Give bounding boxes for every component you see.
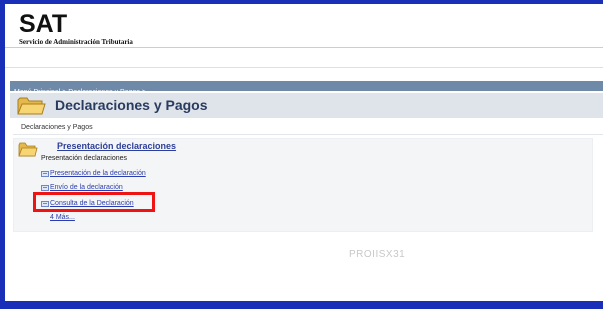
header-divider	[5, 47, 603, 48]
section-folder	[18, 142, 38, 163]
link-presentacion[interactable]: Presentación de la declaración	[41, 170, 146, 177]
page-subtitle: Declaraciones y Pagos	[13, 121, 603, 135]
page-code: PROIISX31	[349, 249, 406, 260]
folder-icon	[18, 142, 38, 157]
link-label[interactable]: Envío de la declaración	[50, 184, 123, 191]
page-title: Declaraciones y Pagos	[55, 97, 208, 113]
document-icon	[41, 170, 49, 177]
folder-icon	[17, 97, 46, 115]
more-link[interactable]: 4 Más...	[50, 214, 75, 221]
link-envio[interactable]: Envío de la declaración	[41, 184, 123, 191]
link-label[interactable]: Presentación de la declaración	[50, 170, 146, 177]
logo-subtitle: Servicio de Administración Tributaria	[19, 38, 133, 46]
highlight-box	[33, 192, 155, 212]
sat-logo: SAT Servicio de Administración Tributari…	[19, 10, 133, 47]
document-icon	[41, 184, 49, 191]
page-title-bar: Declaraciones y Pagos	[10, 93, 603, 118]
header-divider-secondary	[5, 67, 603, 68]
logo-text: SAT	[19, 10, 68, 38]
section-title-link[interactable]: Presentación declaraciones	[57, 141, 176, 151]
breadcrumb-bar: Menú Principal > Declaraciones y Pagos >	[10, 81, 603, 96]
section-description: Presentación declaraciones	[41, 155, 127, 162]
